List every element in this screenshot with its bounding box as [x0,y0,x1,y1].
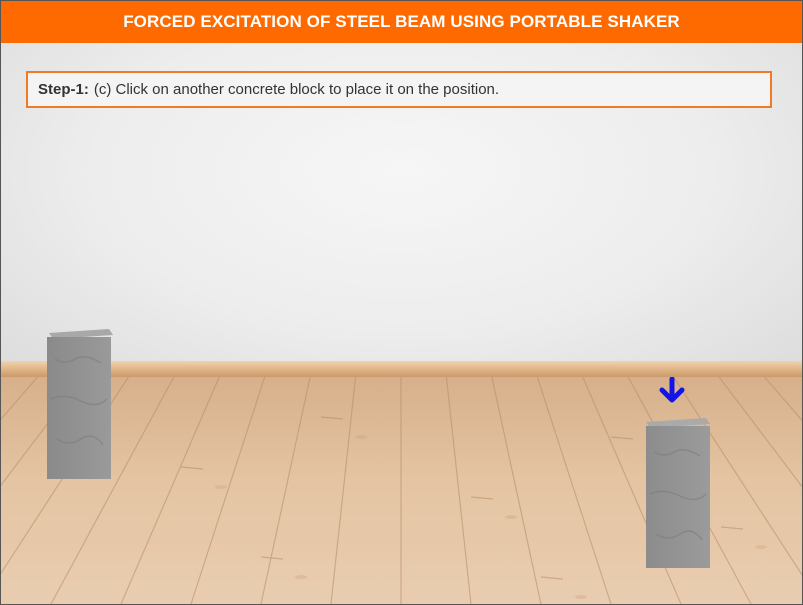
simulation-frame: FORCED EXCITATION OF STEEL BEAM USING PO… [0,0,803,605]
wall-baseboard [1,361,802,377]
arrow-down-icon [658,376,686,405]
step-label: Step-1: [38,81,89,98]
placed-concrete-block [45,329,115,481]
instruction-box: Step-1: (c) Click on another concrete bl… [26,71,772,108]
page-title-text: FORCED EXCITATION OF STEEL BEAM USING PO… [123,12,680,31]
concrete-block-to-place[interactable] [644,418,714,570]
instruction-text: (c) Click on another concrete block to p… [93,81,500,98]
page-title: FORCED EXCITATION OF STEEL BEAM USING PO… [1,1,802,43]
